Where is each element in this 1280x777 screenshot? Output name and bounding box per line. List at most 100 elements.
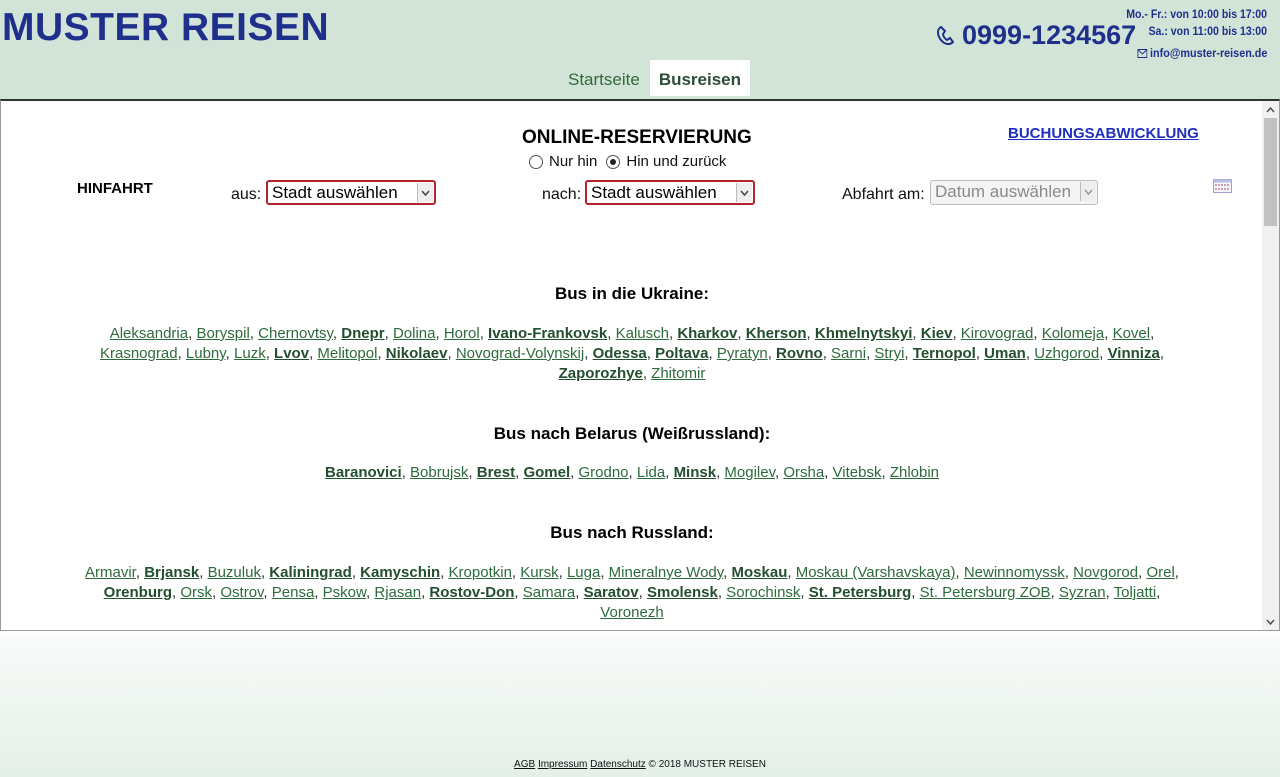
city-link[interactable]: Zhitomir xyxy=(651,365,705,382)
city-link[interactable]: Ternopol xyxy=(913,345,976,362)
date-select[interactable]: Datum auswählen xyxy=(930,180,1098,205)
city-link[interactable]: Zaporozhye xyxy=(559,365,643,382)
city-link[interactable]: Zhlobin xyxy=(890,464,939,481)
booking-process-link[interactable]: BUCHUNGSABWICKLUNG xyxy=(1008,125,1199,142)
city-link[interactable]: Lida xyxy=(637,464,665,481)
city-link[interactable]: Vitebsk xyxy=(833,464,882,481)
city-link[interactable]: Melitopol xyxy=(317,345,377,362)
city-link[interactable]: Novograd-Volynskij xyxy=(456,345,584,362)
city-link[interactable]: Nikolaev xyxy=(386,345,448,362)
city-link[interactable]: Dnepr xyxy=(341,325,384,342)
city-link[interactable]: Baranovici xyxy=(325,464,402,481)
city-link[interactable]: Kovel xyxy=(1113,325,1151,342)
footer-link-impressum[interactable]: Impressum xyxy=(538,759,587,770)
city-link[interactable]: Brjansk xyxy=(144,564,199,581)
city-link[interactable]: Kharkov xyxy=(677,325,737,342)
from-label: aus: xyxy=(231,186,262,203)
city-link[interactable]: Boryspil xyxy=(196,325,249,342)
city-link[interactable]: Voronezh xyxy=(600,604,663,621)
option-round-trip[interactable]: Hin und zurück xyxy=(606,153,726,170)
from-city-value: Stadt auswählen xyxy=(272,183,398,202)
city-link[interactable]: Orenburg xyxy=(104,584,172,601)
city-link[interactable]: Bobrujsk xyxy=(410,464,468,481)
vertical-scrollbar[interactable] xyxy=(1262,101,1279,630)
city-link[interactable]: Kursk xyxy=(520,564,558,581)
email-link[interactable]: info@muster-reisen.de xyxy=(1137,46,1267,60)
city-link[interactable]: Saratov xyxy=(584,584,639,601)
city-link[interactable]: Chernovtsy xyxy=(258,325,333,342)
radio-round-trip[interactable] xyxy=(606,154,621,169)
scrollbar-thumb[interactable] xyxy=(1264,118,1277,226)
city-link[interactable]: Kalusch xyxy=(616,325,669,342)
city-link[interactable]: Kropotkin xyxy=(449,564,512,581)
city-link[interactable]: Mogilev xyxy=(724,464,775,481)
city-link[interactable]: Gomel xyxy=(523,464,570,481)
from-city-select[interactable]: Stadt auswählen xyxy=(266,180,436,205)
city-link[interactable]: Lvov xyxy=(274,345,309,362)
city-link[interactable]: Odessa xyxy=(593,345,647,362)
calendar-icon[interactable] xyxy=(1213,179,1232,193)
to-city-select[interactable]: Stadt auswählen xyxy=(585,180,755,205)
city-link[interactable]: St. Petersburg xyxy=(809,584,912,601)
city-link[interactable]: Kaliningrad xyxy=(269,564,352,581)
city-link[interactable]: Kamyschin xyxy=(360,564,440,581)
city-link[interactable]: Smolensk xyxy=(647,584,718,601)
tab-startseite[interactable]: Startseite xyxy=(558,60,650,96)
city-link[interactable]: Rostov-Don xyxy=(429,584,514,601)
city-link[interactable]: Luzk xyxy=(234,345,266,362)
city-link[interactable]: Moskau (Varshavskaya) xyxy=(796,564,956,581)
city-link[interactable]: Ostrov xyxy=(220,584,263,601)
city-link[interactable]: Aleksandria xyxy=(110,325,188,342)
city-link[interactable]: Kolomeja xyxy=(1042,325,1105,342)
city-link[interactable]: Khmelnytskyi xyxy=(815,325,913,342)
city-link[interactable]: Uman xyxy=(984,345,1026,362)
city-link[interactable]: St. Petersburg ZOB xyxy=(920,584,1051,601)
city-link[interactable]: Kiev xyxy=(921,325,953,342)
city-link[interactable]: Pensa xyxy=(272,584,315,601)
section-title-belarus: Bus nach Belarus (Weißrussland): xyxy=(493,424,771,443)
option-one-way[interactable]: Nur hin xyxy=(529,153,597,170)
city-link[interactable]: Orsha xyxy=(783,464,824,481)
city-link[interactable]: Krasnograd xyxy=(100,345,178,362)
city-link[interactable]: Stryi xyxy=(874,345,904,362)
city-link[interactable]: Mineralnye Wody xyxy=(609,564,724,581)
footer-link-agb[interactable]: AGB xyxy=(514,759,535,770)
city-link[interactable]: Pskow xyxy=(323,584,366,601)
city-link[interactable]: Vinniza xyxy=(1108,345,1160,362)
city-link[interactable]: Kherson xyxy=(746,325,807,342)
city-link[interactable]: Samara xyxy=(523,584,576,601)
city-link[interactable]: Toljatti xyxy=(1114,584,1157,601)
city-link[interactable]: Orel xyxy=(1146,564,1174,581)
city-link[interactable]: Dolina xyxy=(393,325,436,342)
city-link[interactable]: Brest xyxy=(477,464,515,481)
footer-link-datenschutz[interactable]: Datenschutz xyxy=(590,759,646,770)
city-link[interactable]: Lubny xyxy=(186,345,226,362)
city-link[interactable]: Rjasan xyxy=(374,584,421,601)
option-one-way-label: Nur hin xyxy=(549,153,598,170)
city-link[interactable]: Sorochinsk xyxy=(726,584,800,601)
city-link[interactable]: Orsk xyxy=(180,584,212,601)
city-link[interactable]: Buzuluk xyxy=(208,564,261,581)
city-link[interactable]: Moskau xyxy=(732,564,788,581)
city-link[interactable]: Kirovograd xyxy=(961,325,1034,342)
city-link[interactable]: Sarni xyxy=(831,345,866,362)
city-link[interactable]: Pyratyn xyxy=(717,345,768,362)
scroll-up-icon[interactable] xyxy=(1262,101,1279,118)
city-link[interactable]: Uzhgorod xyxy=(1034,345,1099,362)
site-logo[interactable]: MUSTER REISEN xyxy=(2,6,329,50)
city-link[interactable]: Luga xyxy=(567,564,600,581)
city-link[interactable]: Syzran xyxy=(1059,584,1106,601)
city-link[interactable]: Ivano-Frankovsk xyxy=(488,325,607,342)
radio-one-way[interactable] xyxy=(529,154,543,169)
city-link[interactable]: Minsk xyxy=(674,464,717,481)
city-link[interactable]: Novgorod xyxy=(1073,564,1138,581)
city-link[interactable]: Newinnomyssk xyxy=(964,564,1065,581)
city-link[interactable]: Poltava xyxy=(655,345,708,362)
tab-busreisen[interactable]: Busreisen xyxy=(649,60,751,96)
city-link[interactable]: Horol xyxy=(444,325,480,342)
city-link[interactable]: Grodno xyxy=(578,464,628,481)
phone-number[interactable]: 0999-1234567 xyxy=(934,18,1136,52)
scroll-down-icon[interactable] xyxy=(1262,613,1279,630)
city-link[interactable]: Armavir xyxy=(85,564,136,581)
city-link[interactable]: Rovno xyxy=(776,345,823,362)
